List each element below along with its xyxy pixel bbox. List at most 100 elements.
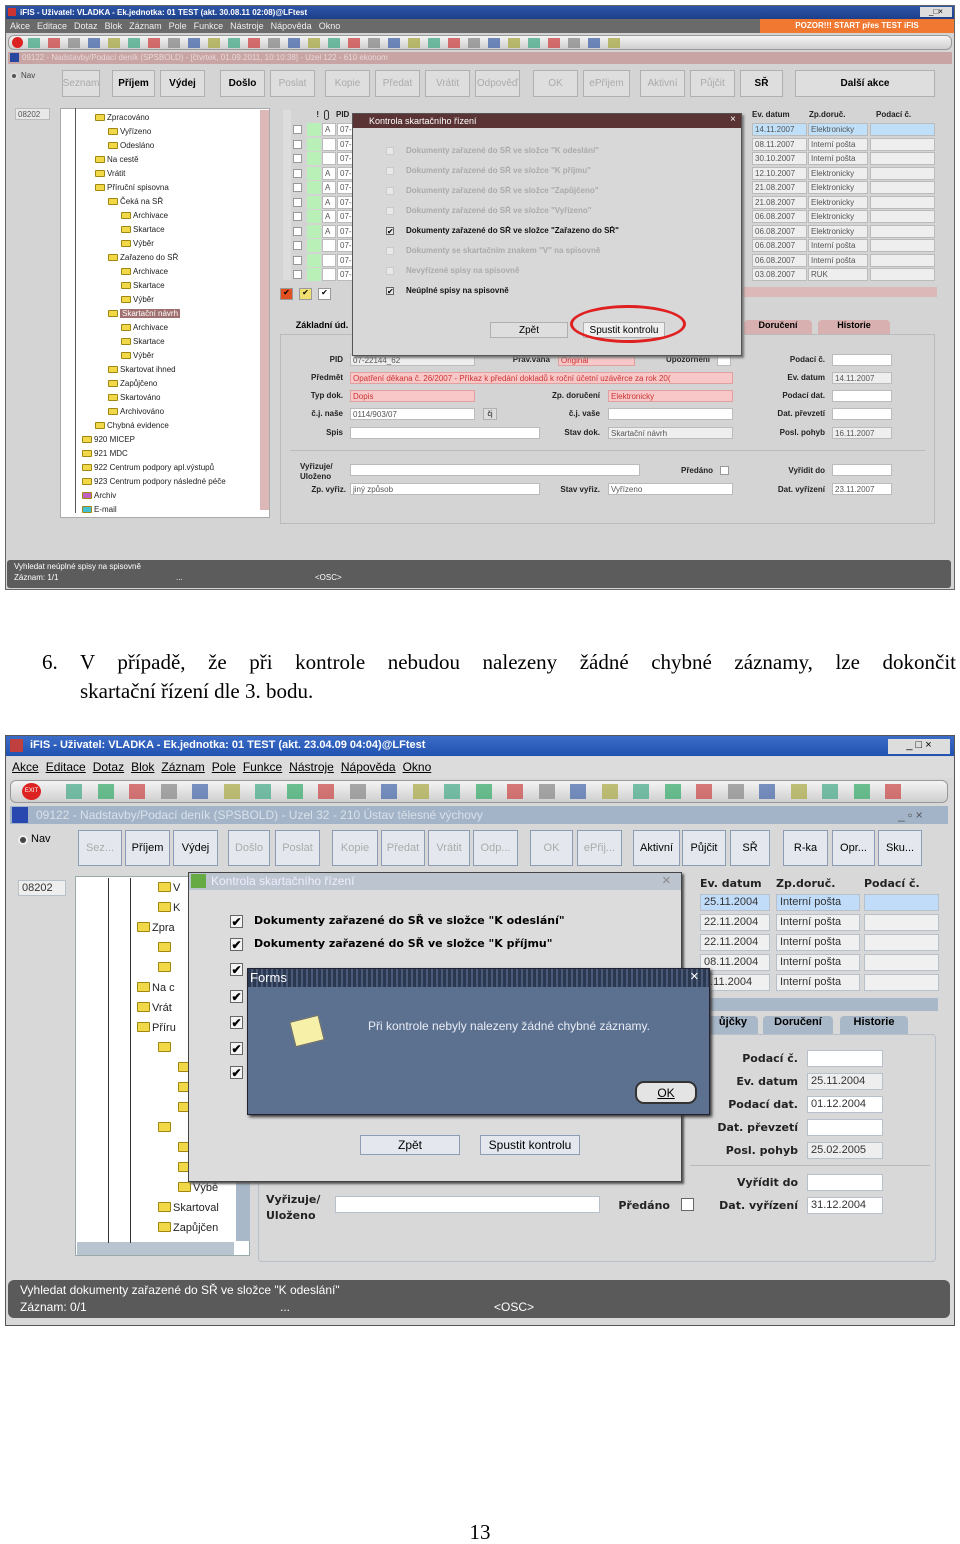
toolbar-icon[interactable]: [248, 38, 260, 48]
toolbar-icon[interactable]: [48, 38, 60, 48]
row-ev-datum[interactable]: 21.08.2007: [752, 195, 807, 209]
toolbar-button-epříjem[interactable]: ePříjem: [583, 70, 630, 97]
toolbar-button-seznam[interactable]: Seznam: [62, 70, 100, 97]
row-zp-doruc[interactable]: Elektronicky: [808, 123, 868, 136]
tab-doruceni[interactable]: Doručení: [763, 1016, 833, 1034]
toolbar-icon[interactable]: [508, 38, 520, 48]
tree-item[interactable]: Archivace: [121, 211, 321, 223]
toolbar-icon[interactable]: [528, 38, 540, 48]
tree-item[interactable]: Vyřízeno: [108, 127, 308, 139]
row-zp-doruc[interactable]: Interní pošta: [808, 152, 868, 165]
row-zp-doruc[interactable]: Interní pošta: [808, 239, 868, 252]
tab-historie[interactable]: Historie: [840, 1016, 908, 1034]
menu-2[interactable]: Dotaz: [93, 760, 124, 774]
menu-0[interactable]: Akce: [12, 760, 39, 774]
toolbar-icon[interactable]: [444, 784, 460, 799]
toolbar-icon[interactable]: [129, 784, 145, 799]
row-zp-doruc[interactable]: Elektronicky: [808, 224, 868, 238]
posl-pohyb-field[interactable]: 16.11.2007: [832, 427, 892, 439]
menu-4[interactable]: Záznam: [129, 21, 162, 31]
toolbar-button-příjem[interactable]: Příjem: [112, 70, 155, 97]
toolbar-icon[interactable]: [66, 784, 82, 799]
toolbar-icon[interactable]: [255, 784, 271, 799]
row-zp-doruc[interactable]: Elektronicky: [808, 210, 868, 223]
dat-vyrizeni-field[interactable]: 31.12.2004: [807, 1197, 883, 1214]
toolbar-icon[interactable]: [349, 784, 366, 799]
filter-checkbox[interactable]: ✔: [318, 288, 331, 300]
toolbar-icon[interactable]: [759, 784, 775, 799]
tree-item[interactable]: Skartace: [121, 225, 321, 237]
dat-vyrizeni-field[interactable]: 23.11.2007: [832, 483, 892, 495]
back-button[interactable]: Zpět: [360, 1135, 460, 1155]
toolbar-icon[interactable]: [168, 38, 180, 48]
toolbar-icon[interactable]: [128, 38, 140, 48]
tree-hscrollbar[interactable]: [77, 1242, 234, 1255]
row-ev-datum[interactable]: 22.11.2004: [700, 934, 770, 951]
toolbar-icon[interactable]: [148, 38, 160, 48]
tab-historie[interactable]: Historie: [818, 320, 890, 335]
row-zp-doruc[interactable]: Interní pošta: [776, 894, 860, 911]
row-podaci[interactable]: [870, 224, 935, 238]
table-scrollbar[interactable]: [283, 110, 291, 280]
tree-item[interactable]: Archivováno: [108, 407, 308, 419]
podaci-c-field[interactable]: [807, 1050, 883, 1067]
tree-item[interactable]: 922 Centrum podpory apl.výstupů: [82, 463, 282, 475]
row-zp-doruc[interactable]: RUK: [808, 268, 868, 281]
row-podaci[interactable]: [870, 210, 935, 223]
row-zp-doruc[interactable]: Interní pošta: [776, 974, 860, 991]
dat-prevzeti-field[interactable]: [832, 408, 892, 420]
filter-checkbox[interactable]: ✔: [299, 288, 312, 300]
row-checkbox[interactable]: [293, 197, 302, 207]
toolbar-icon[interactable]: [475, 784, 492, 799]
predano-checkbox[interactable]: [720, 466, 729, 475]
toolbar-button-výdej[interactable]: Výdej: [173, 830, 218, 866]
tree-item[interactable]: Výbě: [178, 1182, 236, 1198]
row-podaci[interactable]: [864, 974, 939, 991]
row-zp-doruc[interactable]: Interní pošta: [776, 954, 860, 971]
row-ev-datum[interactable]: 06.08.2007: [752, 210, 807, 223]
row-podaci[interactable]: [864, 914, 939, 931]
toolbar-icon[interactable]: [318, 784, 334, 799]
row-checkbox[interactable]: [293, 154, 302, 163]
option-checkbox[interactable]: ✔: [230, 1016, 243, 1029]
dat-prevzeti-field[interactable]: [807, 1119, 883, 1136]
toolbar-icon[interactable]: [468, 38, 480, 48]
row-checkbox[interactable]: [293, 139, 302, 149]
typ-dok-field[interactable]: Dopis: [350, 390, 475, 402]
exit-icon[interactable]: EXIT: [22, 783, 41, 800]
podaci-dat-field[interactable]: 01.12.2004: [807, 1096, 883, 1113]
row-checkbox[interactable]: [293, 212, 302, 221]
toolbar-icon[interactable]: [696, 784, 712, 799]
menu-1[interactable]: Editace: [46, 760, 86, 774]
row-zp-doruc[interactable]: Interní pošta: [776, 934, 860, 951]
toolbar-icon[interactable]: [608, 38, 620, 48]
toolbar-button-odpověď[interactable]: Odpověď: [475, 70, 520, 97]
toolbar-icon[interactable]: [188, 38, 200, 48]
row-podaci[interactable]: [870, 137, 935, 151]
menu-2[interactable]: Dotaz: [74, 21, 98, 31]
toolbar-icon[interactable]: [633, 784, 649, 799]
toolbar-button-předat[interactable]: Předat: [375, 70, 420, 97]
podaci-c-field[interactable]: [832, 354, 892, 366]
row-ev-datum[interactable]: 25.11.2004: [700, 894, 770, 911]
toolbar-icon[interactable]: [68, 38, 80, 48]
tree-item[interactable]: 921 MDC: [82, 449, 282, 461]
toolbar-icon[interactable]: [448, 38, 460, 48]
row-ev-datum[interactable]: 06.08.2007: [752, 224, 807, 238]
row-ev-datum[interactable]: 4.11.2004: [700, 974, 770, 991]
row-ev-datum[interactable]: 22.11.2004: [700, 914, 770, 931]
menu-6[interactable]: Funkce: [243, 760, 282, 774]
toolbar-button-sř[interactable]: SŘ: [740, 70, 783, 97]
menu-6[interactable]: Funkce: [194, 21, 224, 31]
tree-item[interactable]: Výběr: [121, 239, 321, 251]
toolbar-button-ok[interactable]: OK: [530, 830, 573, 866]
toolbar-icon[interactable]: [192, 784, 208, 799]
tree-item[interactable]: Skartační návrh: [108, 309, 308, 321]
option-checkbox[interactable]: ✔: [230, 990, 243, 1003]
row-checkbox[interactable]: [293, 270, 302, 279]
row-zp-doruc[interactable]: Elektronicky: [808, 166, 868, 180]
toolbar-button-epřij[interactable]: ePřij...: [577, 830, 622, 866]
toolbar-icon[interactable]: [228, 38, 240, 48]
posl-pohyb-field[interactable]: 25.02.2005: [807, 1142, 883, 1159]
toolbar-button-půjčit[interactable]: Půjčit: [690, 70, 735, 97]
